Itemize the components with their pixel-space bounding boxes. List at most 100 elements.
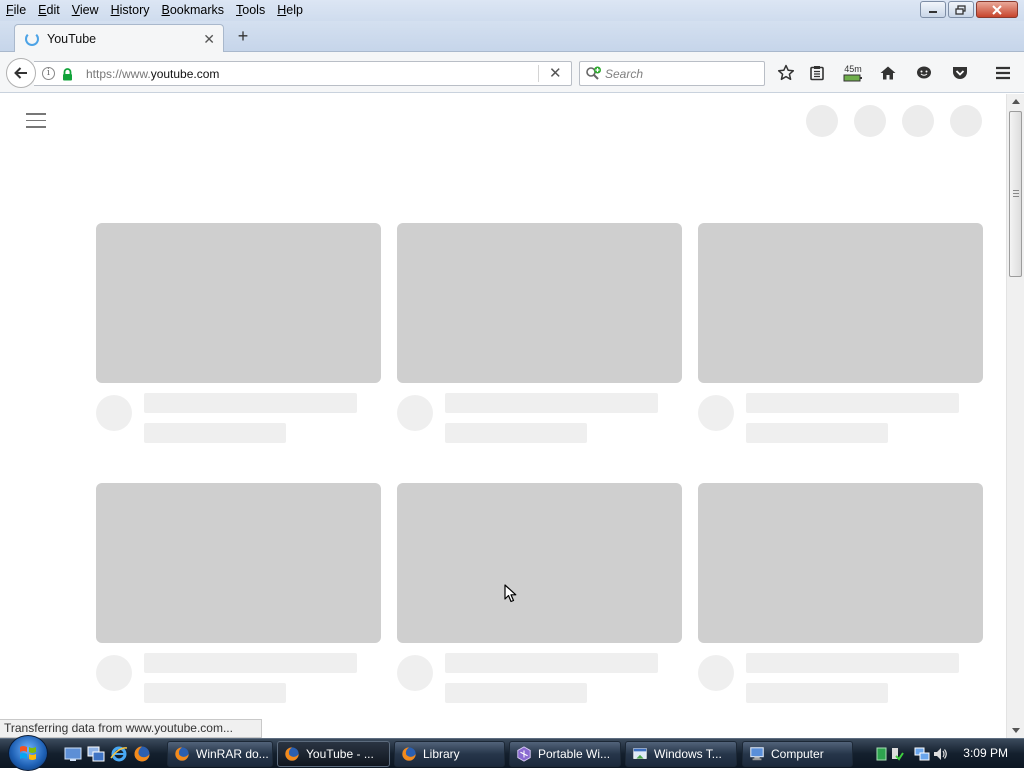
taskbar-item-winrar[interactable]: WinRAR do... xyxy=(167,741,273,767)
title-placeholder xyxy=(445,393,658,413)
avatar-placeholder xyxy=(96,655,132,691)
url-host: youtube.com xyxy=(150,67,220,81)
clock[interactable]: 3:09 PM xyxy=(963,746,1008,760)
meta-placeholder xyxy=(144,423,286,443)
back-arrow-icon xyxy=(14,67,27,79)
pocket-icon xyxy=(953,67,967,79)
scrollbar-thumb[interactable] xyxy=(1009,111,1022,277)
scroll-down-icon[interactable] xyxy=(1012,728,1020,733)
tab-youtube[interactable]: YouTube ✕ xyxy=(14,24,224,53)
timer-addon-button[interactable]: 45m xyxy=(841,63,865,83)
clipboard-icon xyxy=(810,66,824,81)
search-engine-icon[interactable] xyxy=(585,66,603,82)
menu-help[interactable]: Help xyxy=(271,2,309,18)
taskbar-item-youtube[interactable]: YouTube - ... xyxy=(277,741,390,767)
taskbar-item-label: YouTube - ... xyxy=(306,747,374,761)
scroll-up-icon[interactable] xyxy=(1012,99,1020,104)
menu-edit[interactable]: Edit xyxy=(32,2,66,18)
avatar-placeholder xyxy=(397,395,433,431)
meta-placeholder xyxy=(746,683,888,703)
home-button[interactable] xyxy=(877,63,899,83)
site-info-icon[interactable]: i xyxy=(42,67,55,80)
minimize-button[interactable] xyxy=(920,1,946,18)
stop-loading-icon[interactable]: ✕ xyxy=(549,64,562,82)
menu-bookmarks[interactable]: Bookmarks xyxy=(156,2,231,18)
open-menu-button[interactable] xyxy=(992,63,1014,83)
smiley-chat-icon xyxy=(917,66,931,79)
bookmarks-menu-button[interactable] xyxy=(806,63,828,83)
status-panel: Transferring data from www.youtube.com..… xyxy=(0,719,262,738)
network-icon[interactable] xyxy=(914,746,930,762)
internet-explorer-icon[interactable] xyxy=(110,745,128,763)
thumbnail-placeholder xyxy=(397,483,682,643)
search-input[interactable] xyxy=(605,66,755,82)
loading-throbber-icon xyxy=(25,32,39,46)
url-divider xyxy=(538,65,539,82)
taskbar-item-computer[interactable]: Computer xyxy=(742,741,853,767)
video-placeholder-card[interactable] xyxy=(96,483,381,703)
meta-placeholder xyxy=(445,423,587,443)
menu-tools[interactable]: Tools xyxy=(230,2,271,18)
menu-view[interactable]: View xyxy=(66,2,105,18)
menu-file[interactable]: File xyxy=(0,2,32,18)
firefox-quicklaunch-icon[interactable] xyxy=(133,745,151,763)
close-icon xyxy=(992,4,1002,15)
url-bar[interactable]: i https://www.youtube.com ✕ xyxy=(34,61,572,86)
tray-green-icon[interactable] xyxy=(876,747,888,761)
tab-strip: YouTube ✕ + xyxy=(0,21,1024,53)
restore-button[interactable] xyxy=(948,1,974,18)
tab-close-icon[interactable]: ✕ xyxy=(203,31,215,48)
search-bar[interactable] xyxy=(579,61,765,86)
show-desktop-icon[interactable] xyxy=(64,745,82,763)
system-tray: 3:09 PM xyxy=(868,739,1024,769)
vertical-scrollbar[interactable] xyxy=(1006,94,1024,738)
volume-icon[interactable] xyxy=(932,746,948,762)
thumbnail-placeholder xyxy=(698,483,983,643)
title-placeholder xyxy=(445,653,658,673)
taskbar-item-portable[interactable]: Portable Wi... xyxy=(509,741,621,767)
video-placeholder-card[interactable] xyxy=(698,483,983,703)
firefox-icon xyxy=(175,747,189,761)
taskbar-item-label: Portable Wi... xyxy=(538,747,611,761)
thumbnail-placeholder xyxy=(96,223,381,383)
taskbar-item-label: Library xyxy=(423,747,460,761)
url-text[interactable]: https://www.youtube.com xyxy=(86,67,219,81)
placeholder-circle xyxy=(806,105,838,137)
placeholder-circle xyxy=(902,105,934,137)
bookmark-star-button[interactable] xyxy=(775,63,797,83)
firefox-icon xyxy=(285,747,299,761)
avatar-placeholder xyxy=(698,395,734,431)
video-placeholder-card[interactable] xyxy=(397,223,682,443)
computer-icon xyxy=(750,747,764,761)
guide-menu-button[interactable] xyxy=(26,113,46,129)
home-icon xyxy=(880,66,896,80)
app-icon xyxy=(517,746,531,762)
taskbar-item-windows[interactable]: Windows T... xyxy=(625,741,737,767)
mouse-cursor-icon xyxy=(504,584,517,603)
grip-icon xyxy=(1013,190,1019,197)
avatar-placeholder xyxy=(698,655,734,691)
lock-icon[interactable] xyxy=(62,68,73,81)
tab-title: YouTube xyxy=(47,32,97,46)
timer-badge: 45m xyxy=(844,63,862,74)
video-placeholder-card[interactable] xyxy=(698,223,983,443)
switch-windows-icon[interactable] xyxy=(87,745,105,763)
new-tab-button[interactable]: + xyxy=(233,26,253,46)
safely-remove-icon[interactable] xyxy=(890,746,904,762)
placeholder-circle xyxy=(950,105,982,137)
video-placeholder-card[interactable] xyxy=(397,483,682,703)
start-button[interactable] xyxy=(8,735,48,771)
video-placeholder-card[interactable] xyxy=(96,223,381,443)
taskbar-item-library[interactable]: Library xyxy=(394,741,505,767)
pocket-button[interactable] xyxy=(949,63,971,83)
taskbar-item-label: WinRAR do... xyxy=(196,747,269,761)
close-window-button[interactable] xyxy=(976,1,1018,18)
window-controls xyxy=(920,1,1018,18)
star-icon xyxy=(777,64,795,81)
url-prefix: https://www. xyxy=(86,67,151,81)
menu-history[interactable]: History xyxy=(105,2,156,18)
chat-addon-button[interactable] xyxy=(913,63,935,83)
back-button[interactable] xyxy=(6,58,36,88)
navigation-toolbar: i https://www.youtube.com ✕ 45m xyxy=(0,52,1024,93)
meta-placeholder xyxy=(746,423,888,443)
